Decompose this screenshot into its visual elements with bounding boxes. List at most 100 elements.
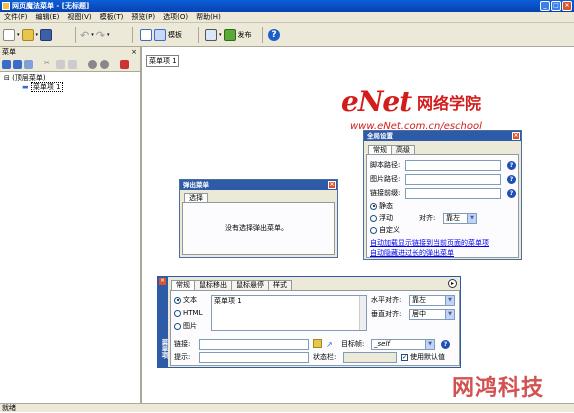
enet-logo: eNet — [341, 85, 412, 118]
save-icon[interactable] — [40, 29, 53, 41]
dialog-title: 弹出菜单 — [183, 181, 209, 189]
halign-select[interactable]: 靠左 ▼ — [409, 295, 455, 306]
radio-float[interactable]: 浮动 — [370, 213, 393, 224]
link-prefix-input[interactable] — [405, 188, 501, 199]
radio-image[interactable]: 图片 — [174, 321, 197, 332]
panel-close-icon[interactable]: × — [131, 47, 137, 58]
menu-tree: ⊟ (顶层菜单) ▬ 菜单项 1 — [0, 72, 140, 94]
help-icon[interactable]: ? — [507, 189, 516, 198]
menu-options[interactable]: 选项(O) — [159, 12, 192, 23]
publish-label[interactable]: 发布 — [238, 30, 252, 40]
align-label: 对齐: — [419, 214, 436, 222]
template-label[interactable]: 模板 — [168, 30, 182, 40]
preview-icon[interactable] — [205, 29, 217, 41]
menu-edit[interactable]: 编辑(E) — [32, 12, 64, 23]
window-title: 网页魔法菜单 - [无标题] — [12, 2, 90, 10]
menu-tree-panel: 菜单 × ✂ ⊟ (顶层菜单) ▬ 菜单项 1 — [0, 47, 142, 403]
help-icon[interactable]: ? — [507, 175, 516, 184]
publish-icon[interactable] — [223, 29, 236, 41]
menu-preview[interactable]: 预览(P) — [127, 12, 159, 23]
dialog-title-bar: 全局设置 × — [364, 131, 521, 141]
paste-icon[interactable] — [68, 60, 77, 69]
panel-header: 菜单 × — [0, 47, 140, 58]
align-select[interactable]: 靠左 ▼ — [443, 213, 477, 224]
close-icon[interactable]: × — [159, 278, 166, 285]
copy-icon[interactable] — [56, 60, 65, 69]
move-up-icon[interactable] — [88, 60, 97, 69]
remove-item-icon[interactable] — [13, 60, 22, 69]
menu-bar: 文件(F) 编辑(E) 视图(V) 模板(T) 预览(P) 选项(O) 帮助(H) — [0, 12, 574, 23]
dialog-title-bar: 弹出菜单 × — [180, 180, 337, 190]
insert-icon[interactable] — [24, 60, 33, 69]
tree-root-label[interactable]: (顶层菜单) — [12, 74, 45, 82]
text-editor[interactable]: 菜单项 1 — [211, 295, 367, 331]
scrollbar[interactable] — [359, 296, 366, 330]
tab-content: 文本 HTML 图片 菜单项 1 水平对齐: 靠左 ▼ 垂直对齐: 居中 ▼ 链接:… — [170, 290, 460, 366]
template-icon[interactable] — [154, 29, 166, 41]
tooltip-label: 提示: — [174, 353, 191, 361]
open-icon[interactable] — [21, 29, 34, 41]
auto-hide-link[interactable]: 自动隐藏进过长的弹出菜单 — [370, 248, 454, 258]
redo-icon[interactable]: ↷ — [96, 29, 105, 42]
use-default-checkbox[interactable]: ✓ 使用默认值 — [401, 352, 445, 363]
panel-title: 菜单 — [2, 48, 16, 56]
help-icon[interactable]: ? — [441, 340, 450, 349]
close-icon[interactable]: × — [328, 181, 336, 189]
tab-content: 没有选择弹出菜单。 — [182, 202, 335, 255]
layout-icon[interactable] — [140, 29, 152, 41]
menu-file[interactable]: 文件(F) — [0, 12, 32, 23]
maximize-button[interactable]: □ — [551, 1, 561, 11]
link-label: 链接: — [174, 340, 191, 348]
menu-help[interactable]: 帮助(H) — [192, 12, 225, 23]
radio-text[interactable]: 文本 — [174, 295, 197, 306]
tab-mouse-out[interactable]: 鼠标移出 — [194, 280, 232, 290]
panel-side-label: 菜单项 — [160, 339, 168, 359]
radio-custom[interactable]: 自定义 — [370, 225, 400, 236]
move-down-icon[interactable] — [100, 60, 109, 69]
script-path-input[interactable] — [405, 160, 501, 171]
add-item-icon[interactable] — [2, 60, 11, 69]
image-path-input[interactable] — [405, 174, 501, 185]
browse-folder-icon[interactable] — [313, 339, 322, 348]
next-arrow-icon[interactable]: ▸ — [448, 279, 457, 288]
target-frame-select[interactable]: _self ▼ — [371, 339, 435, 350]
tree-node-label[interactable]: 菜单项 1 — [30, 82, 63, 92]
tab-general[interactable]: 常规 — [171, 280, 195, 290]
menu-template[interactable]: 模板(T) — [96, 12, 128, 23]
tree-node[interactable]: ▬ 菜单项 1 — [4, 82, 136, 92]
popup-menu-dialog: 弹出菜单 × 选择 没有选择弹出菜单。 — [179, 179, 338, 258]
halign-label: 水平对齐: — [371, 296, 402, 304]
radio-html[interactable]: HTML — [174, 308, 202, 319]
menu-view[interactable]: 视图(V) — [63, 12, 95, 23]
image-path-label: 图片路径: — [370, 175, 401, 183]
valign-select[interactable]: 居中 ▼ — [409, 309, 455, 320]
undo-icon[interactable]: ↶ — [80, 29, 89, 42]
new-file-icon[interactable] — [3, 29, 15, 41]
logo-chinese: 网络学院 — [417, 94, 482, 113]
status-bar-input[interactable] — [343, 352, 397, 363]
properties-icon[interactable] — [120, 60, 129, 69]
panel-side-bar: × 菜单项 — [158, 277, 168, 367]
watermark-text: 网鸿科技 — [452, 376, 545, 401]
help-icon[interactable]: ? — [268, 29, 280, 41]
cut-icon[interactable]: ✂ — [44, 59, 50, 67]
no-selection-message: 没有选择弹出菜单。 — [225, 224, 288, 232]
valign-label: 垂直对齐: — [371, 310, 402, 318]
link-input[interactable] — [199, 339, 309, 350]
link-target-icon[interactable]: ↗ — [326, 340, 333, 349]
auto-highlight-link[interactable]: 自动加载显示链接到当前页面的菜单项 — [370, 238, 489, 248]
tab-style[interactable]: 样式 — [268, 280, 292, 290]
tree-root[interactable]: ⊟ (顶层菜单) — [4, 74, 136, 83]
status-text: 就绪 — [2, 404, 16, 412]
close-button[interactable]: × — [562, 1, 572, 11]
minimize-button[interactable]: _ — [540, 1, 550, 11]
canvas-menu-item[interactable]: 菜单项 1 — [146, 55, 179, 67]
close-icon[interactable]: × — [512, 132, 520, 140]
text-value[interactable]: 菜单项 1 — [214, 296, 242, 307]
status-bar-label: 状态栏: — [313, 353, 337, 361]
radio-static[interactable]: 静态 — [370, 201, 393, 212]
tooltip-input[interactable] — [199, 352, 309, 363]
tab-mouse-over[interactable]: 鼠标悬停 — [231, 280, 269, 290]
tab-content: 脚本路径: ? 图片路径: ? 链接前缀: ? 静态 浮动 对齐: 靠左 ▼ 自定… — [366, 154, 519, 258]
help-icon[interactable]: ? — [507, 161, 516, 170]
